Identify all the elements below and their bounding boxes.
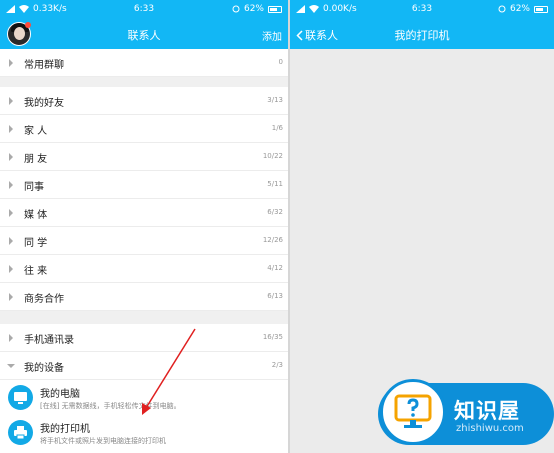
battery-icon <box>534 5 548 13</box>
status-bar: 0.00K/s 6:33 62% <box>290 0 554 20</box>
contacts-screen: 0.33K/s 6:33 62% 联系人 添加 常用群聊 0 我的好友 3/13… <box>0 0 288 453</box>
annotation-arrow <box>142 328 196 415</box>
watermark-url: zhishiwu.com <box>456 423 524 434</box>
header: 联系人 我的打印机 <box>290 20 554 49</box>
question-monitor-icon <box>394 394 432 428</box>
battery-percent: 62% <box>509 4 530 14</box>
watermark-badge <box>380 379 446 445</box>
watermark-title: 知识屋 <box>454 399 520 423</box>
watermark-logo: 知识屋 zhishiwu.com <box>378 375 554 453</box>
status-right: 62% <box>498 4 548 14</box>
alarm-icon <box>498 5 506 13</box>
page-title: 我的打印机 <box>394 29 450 42</box>
